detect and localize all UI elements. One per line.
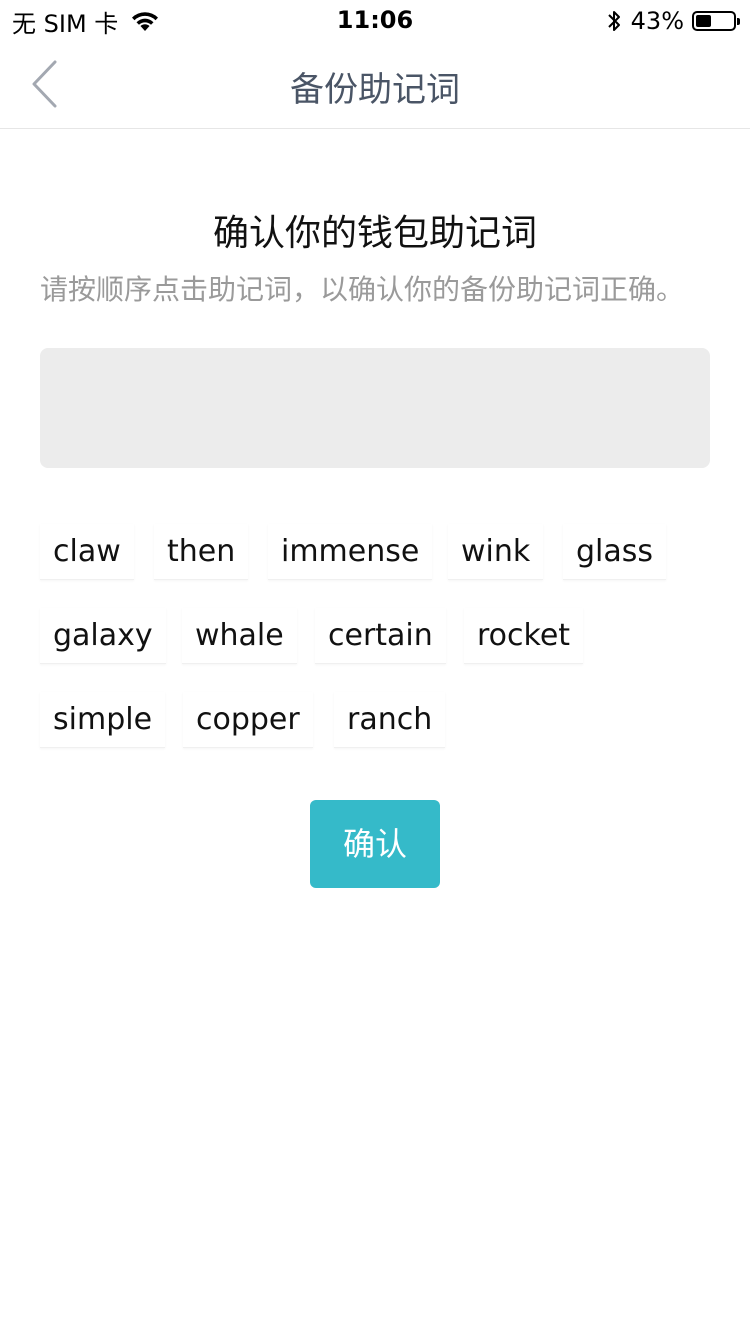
status-bar: 无 SIM 卡 11:06 43% [0,0,750,40]
word-chip[interactable]: claw [40,524,134,580]
word-chip[interactable]: whale [182,608,297,664]
word-chip[interactable]: galaxy [40,608,166,664]
battery-level-fill [696,15,711,27]
word-chip[interactable]: ranch [334,692,446,748]
instruction-text: 请按顺序点击助记词，以确认你的备份助记词正确。 [40,273,685,306]
word-chip[interactable]: simple [40,692,166,748]
selected-words-area[interactable] [40,348,710,468]
word-chip[interactable]: rocket [464,608,584,664]
section-heading: 确认你的钱包助记词 [212,213,537,254]
word-chip[interactable]: glass [563,524,667,580]
word-chip[interactable]: certain [315,608,446,664]
word-chip[interactable]: then [154,524,249,580]
status-right: 43% [607,6,740,36]
nav-bar: 备份助记词 [0,40,750,129]
word-chip[interactable]: wink [448,524,544,580]
word-chip[interactable]: immense [268,524,433,580]
confirm-button[interactable]: 确认 [310,800,440,888]
page-title: 备份助记词 [290,70,460,110]
bluetooth-icon [607,9,621,33]
word-chip[interactable]: copper [183,692,313,748]
battery-percent: 43% [630,7,684,35]
battery-icon [692,11,740,31]
